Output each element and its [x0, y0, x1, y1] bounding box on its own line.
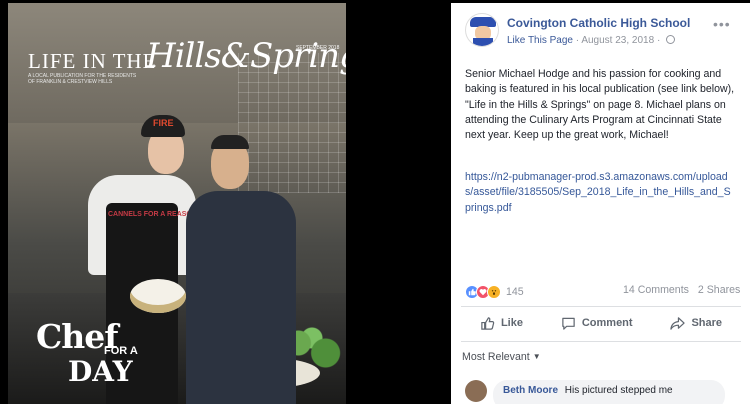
divider [461, 341, 741, 342]
magazine-cover-image[interactable]: LIFE IN THE Hills&Springs A LOCAL PUBLIC… [8, 3, 346, 404]
thumbs-up-icon [481, 316, 495, 330]
magazine-title: LIFE IN THE [28, 49, 157, 73]
facebook-post: Covington Catholic High School Like This… [451, 3, 750, 404]
magazine-subtitle: A LOCAL PUBLICATION FOR THE RESIDENTS OF… [28, 73, 137, 85]
post-date[interactable]: August 23, 2018 [581, 35, 654, 46]
like-button[interactable]: Like [480, 316, 523, 331]
chef-jacket [186, 191, 296, 404]
cap-logo: FIRE [153, 118, 174, 128]
like-page-link[interactable]: Like This Page [507, 35, 573, 46]
comment-author[interactable]: Beth Moore [503, 385, 558, 396]
mascot-coat [473, 38, 493, 46]
meta-separator: · [575, 35, 580, 46]
globe-icon [666, 35, 676, 44]
comment-icon [562, 317, 575, 330]
commenter-avatar[interactable] [465, 380, 487, 402]
comments-count[interactable]: 14 Comments [623, 284, 689, 296]
reaction-count: 145 [506, 286, 524, 298]
comment-item: Beth Moore His pictured stepped me [493, 380, 725, 404]
divider [461, 306, 741, 307]
engagement-counts: 14 Comments 2 Shares [623, 284, 740, 296]
magazine-title-script: Hills&Springs [146, 36, 346, 76]
post-actions: Like Comment Share [461, 310, 741, 336]
wow-reaction-icon [487, 285, 501, 299]
share-label: Share [691, 317, 723, 329]
caret-down-icon: ▼ [532, 352, 541, 361]
comment-button[interactable]: Comment [561, 316, 633, 331]
comment-text: His pictured stepped me [564, 385, 673, 396]
chef-hair [211, 135, 249, 149]
post-link[interactable]: https://n2-pubmanager-prod.s3.amazonaws.… [465, 170, 735, 216]
feature-title-day: DAY [68, 355, 133, 388]
page-avatar[interactable] [465, 13, 499, 47]
meta-separator-2: · [656, 35, 661, 46]
like-label: Like [500, 317, 523, 329]
post-meta: Like This Page · August 23, 2018 · [507, 35, 676, 46]
page-name-link[interactable]: Covington Catholic High School [507, 16, 690, 30]
reactions-summary[interactable]: 145 [465, 284, 524, 300]
share-button[interactable]: Share [670, 316, 722, 331]
shares-count[interactable]: 2 Shares [698, 284, 740, 296]
comment-sort-dropdown[interactable]: Most Relevant ▼ [462, 351, 541, 363]
sort-label: Most Relevant [462, 351, 530, 363]
more-icon[interactable]: ••• [713, 16, 731, 32]
share-icon [670, 316, 686, 330]
post-text: Senior Michael Hodge and his passion for… [465, 68, 735, 142]
shirt-text: CANNELS FOR A REASON [108, 211, 197, 218]
comment-label: Comment [581, 317, 633, 329]
magazine-issue-date: SEPTEMBER 2018 [296, 45, 340, 51]
dish-plate [130, 279, 186, 313]
